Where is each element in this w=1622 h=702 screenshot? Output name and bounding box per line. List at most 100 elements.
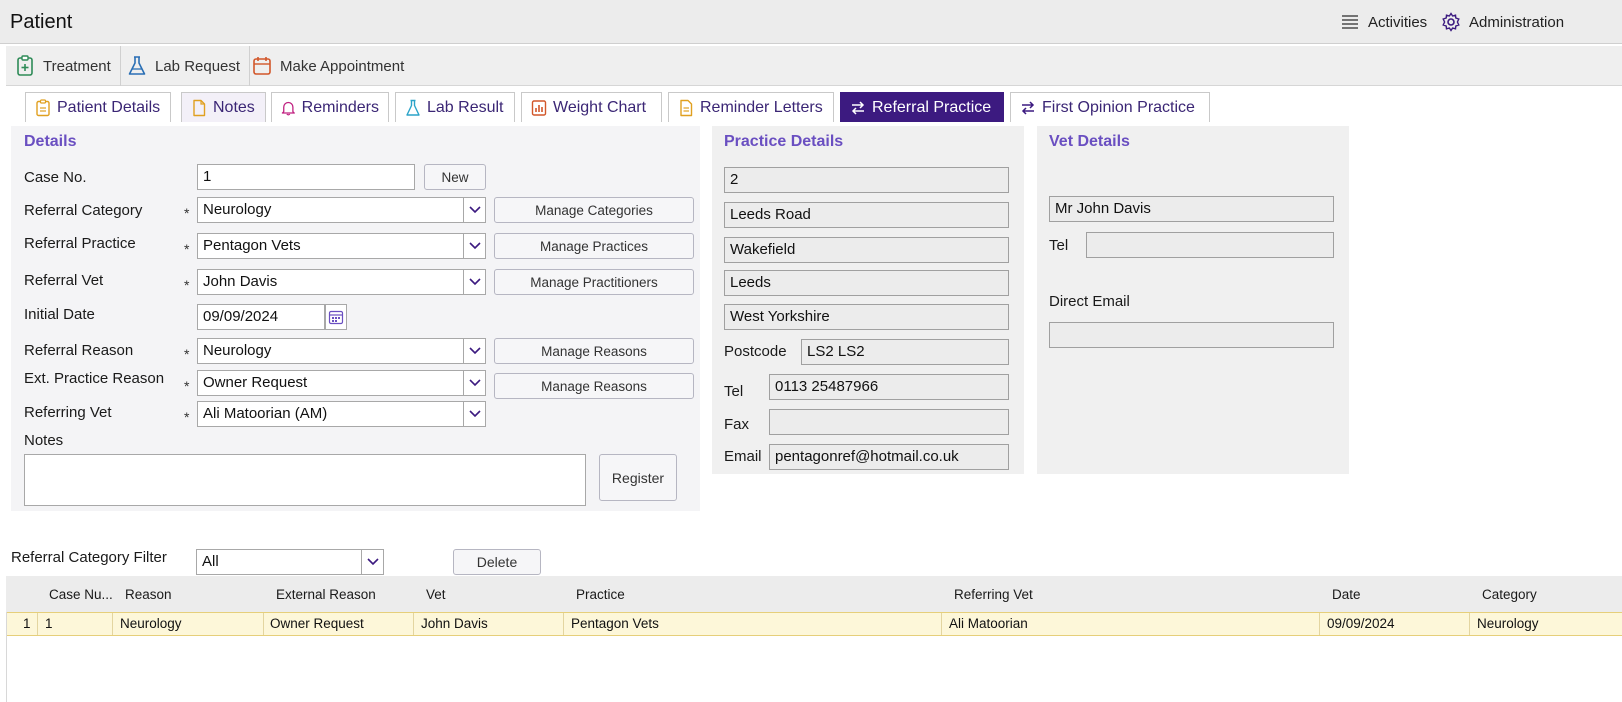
referral-practice-select[interactable]: Pentagon Vets: [197, 233, 486, 259]
chevron-down-icon[interactable]: [463, 234, 485, 258]
new-button[interactable]: New: [424, 164, 486, 190]
tab-lab-result[interactable]: Lab Result: [395, 92, 515, 122]
tab-referral-practice[interactable]: Referral Practice: [840, 92, 1004, 122]
letter-icon: [680, 99, 693, 116]
flask-icon: [406, 99, 420, 116]
manage-practitioners-button[interactable]: Manage Practitioners: [494, 269, 694, 295]
cell-referring-vet: Ali Matoorian: [949, 616, 1028, 631]
activities-link[interactable]: Activities: [1340, 12, 1427, 32]
practice-email-field[interactable]: pentagonref@hotmail.co.uk: [769, 444, 1009, 470]
direct-email-label: Direct Email: [1049, 293, 1130, 310]
clipboard-plus-icon: [17, 55, 33, 76]
tab-first-opinion-practice[interactable]: First Opinion Practice: [1010, 92, 1210, 122]
vet-tel-label: Tel: [1049, 237, 1069, 254]
address-line-4[interactable]: Leeds: [724, 270, 1009, 296]
referral-reason-select[interactable]: Neurology: [197, 338, 486, 364]
chart-icon: [531, 99, 547, 116]
practice-email-label: Email: [724, 448, 762, 465]
make-appointment-button[interactable]: Make Appointment: [243, 46, 413, 86]
vet-name-field[interactable]: Mr John Davis: [1049, 196, 1334, 222]
tab-reminders-label: Reminders: [301, 98, 379, 116]
category-filter-select[interactable]: All: [196, 549, 384, 575]
treatment-label: Treatment: [43, 57, 111, 75]
chevron-down-icon[interactable]: [463, 270, 485, 294]
column-header-practice[interactable]: Practice: [576, 587, 625, 602]
case-no-field[interactable]: 1: [197, 164, 415, 190]
column-header-vet[interactable]: Vet: [426, 587, 446, 602]
cell-vet: John Davis: [421, 616, 488, 631]
toolbar: Treatment Lab Request Make Appointment: [6, 46, 1622, 86]
manage-reasons-button-2[interactable]: Manage Reasons: [494, 373, 694, 399]
swap-icon: [851, 100, 865, 115]
direct-email-field[interactable]: [1049, 322, 1334, 348]
chevron-down-icon[interactable]: [463, 402, 485, 426]
manage-practices-button[interactable]: Manage Practices: [494, 233, 694, 259]
vet-tel-field[interactable]: [1086, 232, 1334, 258]
column-header-case-no[interactable]: Case Nu...: [49, 587, 113, 602]
practice-tel-field[interactable]: 0113 25487966: [769, 374, 1009, 400]
cell-date: 09/09/2024: [1327, 616, 1395, 631]
vet-details-title: Vet Details: [1049, 133, 1130, 150]
ext-practice-reason-select[interactable]: Owner Request: [197, 370, 486, 396]
address-line-3[interactable]: Wakefield: [724, 237, 1009, 263]
lab-request-button[interactable]: Lab Request: [118, 46, 251, 86]
referring-vet-select[interactable]: Ali Matoorian (AM): [197, 401, 486, 427]
tab-reminders[interactable]: Reminders: [271, 92, 389, 122]
grid-header: [6, 576, 1622, 612]
tab-notes[interactable]: Notes: [181, 92, 266, 122]
chevron-down-icon[interactable]: [463, 371, 485, 395]
referral-reason-value: Neurology: [203, 342, 272, 359]
referral-vet-label: Referral Vet: [24, 272, 104, 289]
administration-link[interactable]: Administration: [1441, 12, 1564, 32]
column-divider: [112, 613, 113, 635]
column-header-category[interactable]: Category: [1482, 587, 1537, 602]
referral-vet-select[interactable]: John Davis: [197, 269, 486, 295]
required-mark: *: [184, 277, 190, 293]
required-mark: *: [184, 205, 190, 221]
chevron-down-icon[interactable]: [463, 198, 485, 222]
address-line-2[interactable]: Leeds Road: [724, 202, 1009, 228]
column-header-reason[interactable]: Reason: [125, 587, 172, 602]
initial-date-label: Initial Date: [24, 306, 95, 323]
tab-reminder-letters[interactable]: Reminder Letters: [668, 92, 834, 122]
address-line-5[interactable]: West Yorkshire: [724, 304, 1009, 330]
column-header-referring-vet[interactable]: Referring Vet: [954, 587, 1033, 602]
practice-details-title: Practice Details: [724, 133, 844, 150]
tab-referral-practice-label: Referral Practice: [872, 98, 992, 116]
tab-weight-chart-label: Weight Chart: [553, 98, 647, 116]
referral-category-value: Neurology: [203, 201, 272, 218]
column-header-external-reason[interactable]: External Reason: [276, 587, 376, 602]
delete-button[interactable]: Delete: [453, 549, 541, 575]
date-picker-button[interactable]: [325, 304, 347, 330]
required-mark: *: [184, 378, 190, 394]
referral-category-select[interactable]: Neurology: [197, 197, 486, 223]
postcode-field[interactable]: LS2 LS2: [801, 339, 1009, 365]
page-title: Patient: [10, 11, 73, 33]
address-line-1[interactable]: 2: [724, 167, 1009, 193]
required-mark: *: [184, 241, 190, 257]
tab-patient-details[interactable]: Patient Details: [25, 92, 171, 122]
chevron-down-icon[interactable]: [361, 550, 383, 574]
referral-vet-value: John Davis: [203, 273, 278, 290]
manage-reasons-button[interactable]: Manage Reasons: [494, 338, 694, 364]
column-divider: [413, 613, 414, 635]
list-icon: [1342, 15, 1358, 29]
column-divider: [941, 613, 942, 635]
column-header-date[interactable]: Date: [1332, 587, 1361, 602]
activities-label: Activities: [1368, 13, 1428, 31]
practice-tel-label: Tel: [724, 383, 744, 400]
tab-reminder-letters-label: Reminder Letters: [700, 98, 823, 116]
details-title: Details: [24, 133, 77, 150]
referring-vet-label: Referring Vet: [24, 404, 112, 421]
tab-weight-chart[interactable]: Weight Chart: [521, 92, 662, 122]
treatment-button[interactable]: Treatment: [6, 46, 121, 86]
initial-date-field[interactable]: 09/09/2024: [197, 304, 325, 330]
fax-field[interactable]: [769, 409, 1009, 435]
tab-first-opinion-practice-label: First Opinion Practice: [1042, 98, 1195, 116]
manage-categories-button[interactable]: Manage Categories: [494, 197, 694, 223]
notes-textarea[interactable]: [24, 454, 586, 506]
column-divider: [563, 613, 564, 635]
register-button[interactable]: Register: [599, 454, 677, 501]
referring-vet-value: Ali Matoorian (AM): [203, 405, 328, 422]
chevron-down-icon[interactable]: [463, 339, 485, 363]
